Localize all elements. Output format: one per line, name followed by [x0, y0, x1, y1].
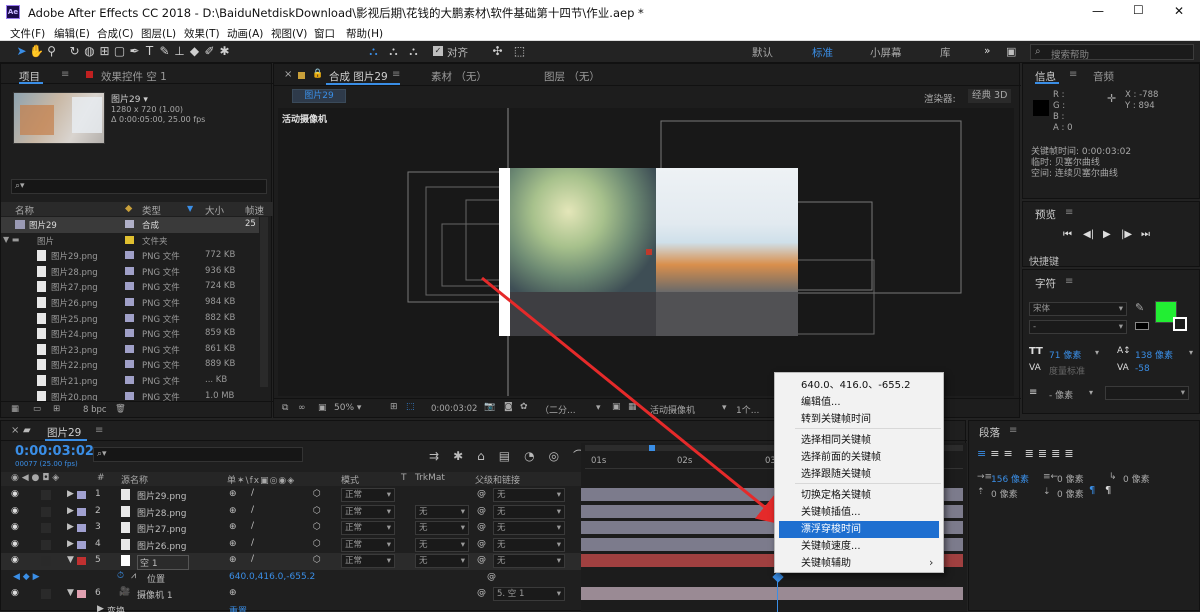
context-menu-item-9[interactable]: 关键帧速度... [775, 538, 941, 555]
menu-separator [795, 428, 941, 429]
submenu-arrow-icon: › [929, 556, 933, 569]
context-menu-item-7[interactable]: 关键帧插值... [775, 504, 941, 521]
context-menu-item-3[interactable]: 选择相同关键帧 [775, 432, 941, 449]
context-menu-item-8[interactable]: 漂浮穿梭时间 [779, 521, 939, 538]
menu-separator [795, 483, 941, 484]
annotation-arrow [0, 0, 1200, 611]
context-menu-item-10[interactable]: 关键帧辅助 [775, 555, 941, 572]
keyframe-context-menu: 640.0、416.0、-655.2编辑值...转到关键帧时间选择相同关键帧选择… [774, 372, 944, 573]
context-menu-item-1[interactable]: 编辑值... [775, 394, 941, 411]
context-menu-item-0[interactable]: 640.0、416.0、-655.2 [775, 377, 941, 394]
context-menu-item-6[interactable]: 切换定格关键帧 [775, 487, 941, 504]
context-menu-item-5[interactable]: 选择跟随关键帧 [775, 466, 941, 483]
context-menu-item-2[interactable]: 转到关键帧时间 [775, 411, 941, 428]
context-menu-item-4[interactable]: 选择前面的关键帧 [775, 449, 941, 466]
